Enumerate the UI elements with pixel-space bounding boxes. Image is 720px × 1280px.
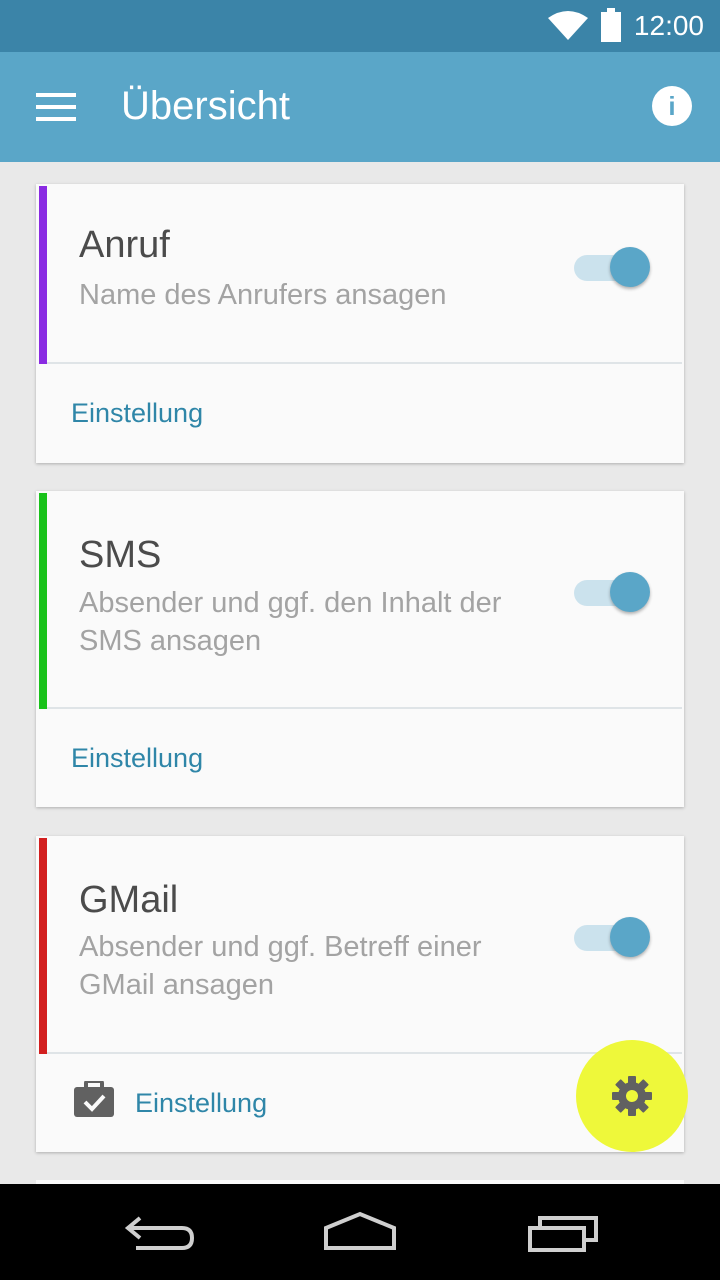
navigation-bar bbox=[0, 1184, 720, 1280]
page-title: Übersicht bbox=[121, 84, 290, 128]
wifi-icon bbox=[548, 10, 588, 45]
app-bar: Übersicht i bbox=[0, 52, 720, 162]
card-color-strip bbox=[39, 838, 47, 1054]
toggle-switch[interactable] bbox=[574, 245, 654, 289]
card-title: GMail bbox=[79, 879, 179, 921]
status-bar: 12:00 bbox=[0, 0, 720, 52]
settings-fab[interactable] bbox=[576, 1040, 688, 1152]
card-color-strip bbox=[39, 493, 47, 709]
card-anruf: Anruf Name des Anrufers ansagen Einstell… bbox=[36, 184, 684, 463]
card-color-strip bbox=[39, 186, 47, 364]
settings-link[interactable]: Einstellung bbox=[71, 398, 203, 429]
card-title: SMS bbox=[79, 534, 162, 576]
card-description: Name des Anrufers ansagen bbox=[79, 279, 447, 311]
gear-icon bbox=[612, 1076, 652, 1116]
home-button[interactable] bbox=[322, 1210, 398, 1259]
toggle-switch[interactable] bbox=[574, 570, 654, 614]
card-description: Absender und ggf. den Inhalt der SMS ans… bbox=[79, 587, 502, 657]
divider bbox=[47, 707, 682, 709]
divider bbox=[47, 1052, 682, 1054]
card-sms: SMS Absender und ggf. den Inhalt der SMS… bbox=[36, 491, 684, 807]
info-icon[interactable]: i bbox=[652, 86, 692, 126]
briefcase-check-icon bbox=[74, 1079, 114, 1117]
settings-link[interactable]: Einstellung bbox=[135, 1088, 267, 1119]
menu-icon[interactable] bbox=[36, 93, 76, 121]
back-button[interactable] bbox=[124, 1210, 196, 1259]
settings-link[interactable]: Einstellung bbox=[71, 743, 203, 774]
battery-icon bbox=[600, 8, 622, 47]
card-description: Absender und ggf. Betreff einer GMail an… bbox=[79, 931, 482, 1001]
status-time: 12:00 bbox=[633, 10, 704, 41]
card-title: Anruf bbox=[79, 224, 170, 266]
toggle-switch[interactable] bbox=[574, 915, 654, 959]
recents-button[interactable] bbox=[526, 1210, 602, 1259]
divider bbox=[47, 362, 682, 364]
